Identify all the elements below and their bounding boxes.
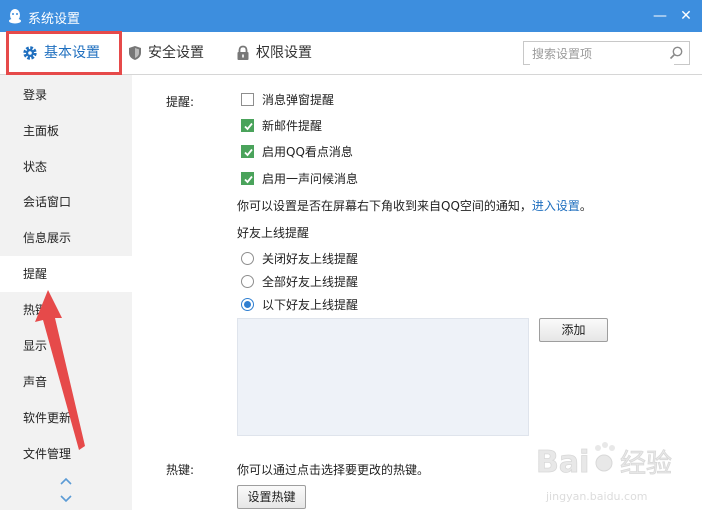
hotkey-section-label: 热键:	[166, 463, 195, 477]
tab-label: 安全设置	[148, 45, 204, 61]
checkbox-label: 消息弹窗提醒	[262, 93, 335, 107]
qq-penguin-icon	[9, 9, 21, 24]
watermark-url: jingyan.baidu.com	[545, 490, 648, 503]
friend-list-box[interactable]	[237, 318, 529, 436]
sidebar-item-software-update[interactable]: 软件更新	[0, 400, 132, 436]
notice-end: 。	[579, 199, 592, 213]
enter-settings-link[interactable]: 进入设置	[532, 199, 580, 213]
search-icon[interactable]	[669, 46, 683, 60]
checkbox-label: 启用QQ看点消息	[262, 145, 353, 159]
sidebar-item-sound[interactable]: 声音	[0, 364, 132, 400]
checkbox-label: 启用一声问候消息	[262, 172, 359, 186]
qzone-notice-text: 你可以设置是否在屏幕右下角收到来自QQ空间的通知，进入设置。	[237, 197, 592, 214]
sidebar-item-status[interactable]: 状态	[0, 149, 132, 185]
sidebar: 登录 主面板 状态 会话窗口 信息展示 提醒 热键 显示 声音 软件更新 文件管…	[0, 75, 132, 510]
watermark-brand2: 经验	[620, 449, 672, 479]
annotation-highlight-box	[6, 31, 122, 75]
checkmark-icon	[244, 175, 253, 184]
set-hotkey-button[interactable]: 设置热键	[237, 485, 306, 509]
checkmark-icon	[244, 148, 253, 157]
window-title: 系统设置	[28, 12, 81, 27]
search-box	[523, 41, 690, 65]
sidebar-item-hotkey[interactable]: 热键	[0, 292, 132, 328]
paw-icon	[595, 442, 615, 472]
checkbox[interactable]	[241, 119, 254, 132]
tab-security-settings[interactable]: 安全设置	[128, 40, 204, 66]
checkbox-label: 新邮件提醒	[262, 119, 323, 133]
checkbox[interactable]	[241, 145, 254, 158]
tab-label: 权限设置	[256, 45, 312, 61]
sidebar-item-login[interactable]: 登录	[0, 77, 132, 113]
notice-text: 你可以设置是否在屏幕右下角收到来自QQ空间的通知，	[237, 199, 532, 213]
radio-label: 全部好友上线提醒	[262, 275, 359, 289]
sidebar-item-reminder[interactable]: 提醒	[0, 256, 132, 292]
hotkey-description: 你可以通过点击选择要更改的热键。	[237, 463, 430, 477]
close-button[interactable]: ✕	[676, 6, 696, 26]
sidebar-item-main-panel[interactable]: 主面板	[0, 113, 132, 149]
radio-button[interactable]	[241, 252, 254, 265]
checkbox[interactable]	[241, 172, 254, 185]
sidebar-item-file-management[interactable]: 文件管理	[0, 436, 132, 472]
checkbox[interactable]	[241, 93, 254, 106]
friend-online-title: 好友上线提醒	[237, 226, 310, 240]
add-friend-button[interactable]: 添加	[539, 318, 608, 342]
sidebar-item-chat-window[interactable]: 会话窗口	[0, 184, 132, 220]
watermark-brand: Bai	[536, 445, 589, 480]
scroll-up-icon[interactable]	[58, 475, 74, 487]
minimize-button[interactable]: —	[650, 6, 670, 26]
sidebar-item-info-display[interactable]: 信息展示	[0, 220, 132, 256]
scroll-down-icon[interactable]	[58, 493, 74, 505]
shield-icon	[129, 46, 141, 60]
sidebar-item-display[interactable]: 显示	[0, 328, 132, 364]
baidu-jingyan-watermark: Bai 经验 jingyan.baidu.com	[536, 442, 672, 503]
tab-permission-settings[interactable]: 权限设置	[236, 40, 312, 66]
reminder-section-label: 提醒:	[166, 95, 195, 109]
radio-label: 关闭好友上线提醒	[262, 252, 359, 266]
title-bar: 系统设置 — ✕	[0, 0, 702, 32]
radio-button[interactable]	[241, 275, 254, 288]
lock-icon	[237, 45, 249, 60]
search-input[interactable]	[530, 43, 674, 65]
radio-button[interactable]	[241, 298, 254, 311]
checkmark-icon	[244, 122, 253, 131]
radio-label: 以下好友上线提醒	[262, 298, 359, 312]
